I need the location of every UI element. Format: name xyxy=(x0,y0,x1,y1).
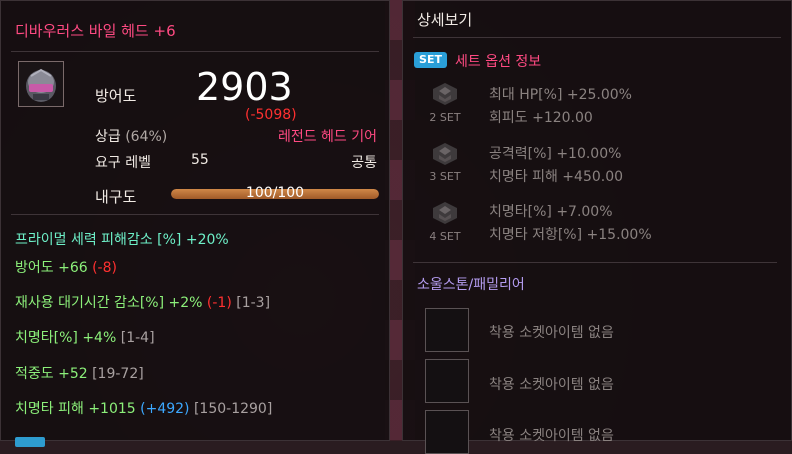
socket-slot[interactable] xyxy=(425,410,469,454)
set-options-header: 세트 옵션 정보 xyxy=(455,54,542,70)
soulstone-familiar-header: 소울스톤/패밀리어 xyxy=(417,277,525,293)
set-count: 4 SET xyxy=(429,230,461,243)
stat-value: +4% xyxy=(82,330,117,346)
stat-line: 치명타 피해 +1015 (+492) [150-1290] xyxy=(15,398,272,418)
set-option-line: 치명타[%] +7.00% xyxy=(489,204,613,220)
stat-value: +52 xyxy=(58,366,88,382)
socket-empty-text: 착용 소켓아이템 없음 xyxy=(489,325,614,341)
item-type: 레전드 헤드 기어 xyxy=(277,129,377,145)
divider xyxy=(11,51,379,52)
durability-text: 100/100 xyxy=(245,185,305,201)
set-count: 3 SET xyxy=(429,170,461,183)
set-badge: SET xyxy=(414,52,447,68)
required-class: 공통 xyxy=(351,155,377,171)
stat-range: [1-4] xyxy=(120,330,155,346)
socket-empty-text: 착용 소켓아이템 없음 xyxy=(489,377,614,393)
divider xyxy=(413,37,781,38)
stat-line: 치명타[%] +4% [1-4] xyxy=(15,327,155,347)
stat-value: +66 xyxy=(58,260,88,276)
set-option-line: 치명타 저항[%] +15.00% xyxy=(489,227,652,243)
durability-label: 내구도 xyxy=(95,188,137,206)
stat-line: 재사용 대기시간 감소[%] +2% (-1) [1-3] xyxy=(15,292,270,312)
stat-value: +1015 xyxy=(88,401,136,417)
item-name: 디바우러스 바일 헤드 +6 xyxy=(15,22,176,40)
socket-slot[interactable] xyxy=(425,308,469,352)
detail-title: 상세보기 xyxy=(417,11,473,29)
stat-diff: (-1) xyxy=(206,295,232,311)
stat-line: 방어도 +66 (-8) xyxy=(15,257,117,277)
grade-percent: (64%) xyxy=(125,129,168,145)
set-option-line: 공격력[%] +10.00% xyxy=(489,146,622,162)
set-option-line: 최대 HP[%] +25.00% xyxy=(489,87,632,103)
stat-name: 치명타[%] xyxy=(15,330,78,346)
socket-slot[interactable] xyxy=(425,359,469,403)
divider xyxy=(413,262,777,263)
grade-label: 상급 xyxy=(95,129,121,145)
stat-diff: (-8) xyxy=(92,260,117,276)
stat-name: 프라이멀 세력 피해감소 [%] xyxy=(15,232,182,248)
stat-range: [150-1290] xyxy=(193,401,273,417)
required-level-label: 요구 레벨 xyxy=(95,155,151,171)
item-tooltip: 디바우러스 바일 헤드 +6 방어도 2903 (-5098) 상급 (64%)… xyxy=(0,0,390,447)
socket-empty-text: 착용 소켓아이템 없음 xyxy=(489,428,614,444)
required-level-value: 55 xyxy=(191,152,209,168)
defense-label: 방어도 xyxy=(95,87,137,105)
stat-line: 프라이멀 세력 피해감소 [%] +20% xyxy=(15,229,229,249)
set-armor-icon xyxy=(433,202,457,224)
set-option-line: 회피도 +120.00 xyxy=(489,110,593,126)
divider xyxy=(11,214,379,215)
stat-name: 적중도 xyxy=(15,366,54,382)
stat-value: +20% xyxy=(185,232,229,248)
defense-diff: (-5098) xyxy=(245,107,297,123)
set-armor-icon xyxy=(433,143,457,165)
item-grade: 상급 (64%) xyxy=(95,126,167,146)
stat-line: 적중도 +52 [19-72] xyxy=(15,363,144,383)
set-count: 2 SET xyxy=(429,111,461,124)
stat-bonus: (+492) xyxy=(140,401,190,417)
detail-panel: 상세보기 SET 세트 옵션 정보 2 SET 최대 HP[%] +25.00%… xyxy=(402,0,792,454)
stat-name: 치명타 피해 xyxy=(15,401,84,417)
defense-value: 2903 xyxy=(196,65,293,109)
stat-range: [19-72] xyxy=(92,366,144,382)
set-option-line: 치명타 피해 +450.00 xyxy=(489,169,624,185)
stat-name: 재사용 대기시간 감소[%] xyxy=(15,295,165,311)
helmet-icon xyxy=(18,61,64,107)
set-armor-icon xyxy=(433,83,457,105)
stat-value: +2% xyxy=(168,295,203,311)
stat-name: 방어도 xyxy=(15,260,54,276)
set-badge-cutoff xyxy=(15,437,45,447)
stat-range: [1-3] xyxy=(236,295,271,311)
